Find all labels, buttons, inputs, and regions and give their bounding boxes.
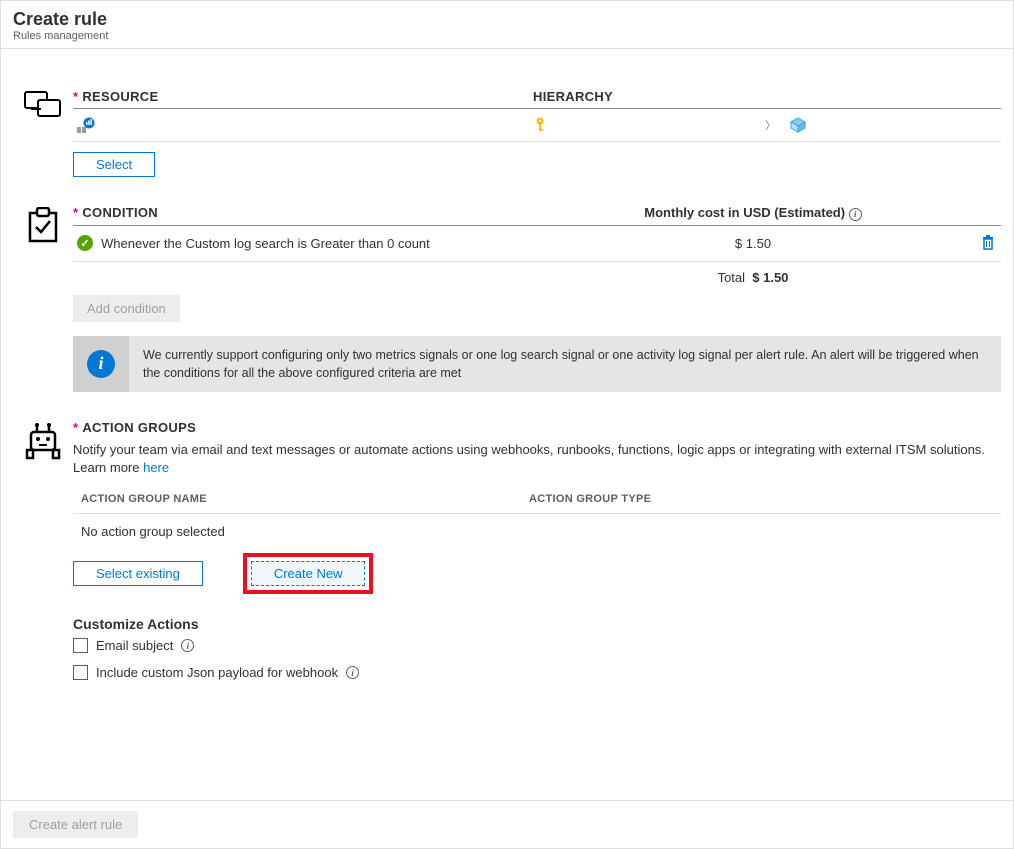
key-icon bbox=[533, 117, 547, 133]
section-action-groups: *ACTION GROUPS Notify your team via emai… bbox=[13, 420, 1005, 686]
create-new-highlight: Create New bbox=[243, 553, 374, 594]
insights-icon bbox=[77, 117, 95, 133]
add-condition-button: Add condition bbox=[73, 295, 180, 322]
condition-icon bbox=[13, 205, 73, 392]
hierarchy-label: HIERARCHY bbox=[533, 89, 613, 104]
check-circle-icon: ✓ bbox=[77, 235, 93, 251]
resource-label: RESOURCE bbox=[82, 89, 158, 104]
customize-actions-label: Customize Actions bbox=[73, 616, 1001, 632]
info-text: We currently support configuring only tw… bbox=[129, 336, 1001, 392]
cost-label: Monthly cost in USD (Estimated) bbox=[644, 205, 845, 220]
delete-condition-button[interactable] bbox=[933, 234, 1001, 253]
info-circle-icon: i bbox=[87, 350, 115, 378]
condition-text: Whenever the Custom log search is Greate… bbox=[101, 236, 430, 251]
resource-icon bbox=[13, 89, 73, 177]
condition-row[interactable]: ✓ Whenever the Custom log search is Grea… bbox=[73, 226, 1001, 262]
condition-label: CONDITION bbox=[82, 205, 158, 220]
col-action-group-name: ACTION GROUP NAME bbox=[81, 493, 529, 505]
no-action-group-text: No action group selected bbox=[73, 514, 1001, 543]
email-subject-checkbox[interactable] bbox=[73, 638, 88, 653]
section-resource: *RESOURCE HIERARCHY 〉 bbox=[13, 89, 1005, 177]
info-icon[interactable]: i bbox=[346, 666, 359, 679]
page-title: Create rule bbox=[13, 9, 1001, 30]
cube-icon bbox=[790, 117, 806, 133]
select-resource-button[interactable]: Select bbox=[73, 152, 155, 177]
email-subject-label: Email subject bbox=[96, 638, 173, 653]
action-groups-icon bbox=[13, 420, 73, 686]
json-payload-label: Include custom Json payload for webhook bbox=[96, 665, 338, 680]
total-value: $ 1.50 bbox=[752, 270, 788, 285]
page-subtitle: Rules management bbox=[13, 30, 1001, 42]
col-action-group-type: ACTION GROUP TYPE bbox=[529, 493, 1001, 505]
footer: Create alert rule bbox=[1, 800, 1013, 848]
create-new-button[interactable]: Create New bbox=[251, 561, 366, 586]
action-groups-label: ACTION GROUPS bbox=[82, 420, 196, 435]
create-alert-rule-button: Create alert rule bbox=[13, 811, 138, 838]
total-label: Total bbox=[718, 270, 745, 285]
condition-cost: $ 1.50 bbox=[573, 236, 933, 251]
title-bar: Create rule Rules management bbox=[1, 1, 1013, 49]
info-icon[interactable]: i bbox=[181, 639, 194, 652]
learn-more-link[interactable]: here bbox=[143, 460, 169, 475]
action-groups-description: Notify your team via email and text mess… bbox=[73, 435, 1001, 479]
json-payload-checkbox[interactable] bbox=[73, 665, 88, 680]
select-existing-button[interactable]: Select existing bbox=[73, 561, 203, 586]
info-icon[interactable]: i bbox=[849, 208, 862, 221]
chevron-right-icon: 〉 bbox=[765, 117, 776, 133]
section-condition: *CONDITION Monthly cost in USD (Estimate… bbox=[13, 205, 1005, 392]
info-box: i We currently support configuring only … bbox=[73, 336, 1001, 392]
